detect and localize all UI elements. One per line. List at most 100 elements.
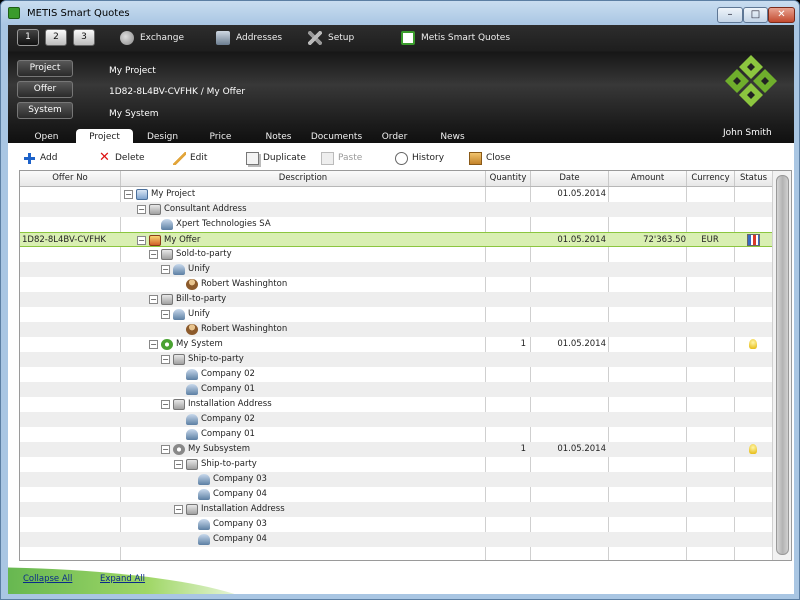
collapse-toggle-icon[interactable]: − xyxy=(137,205,146,214)
table-row[interactable]: Robert Washinghton xyxy=(20,277,772,292)
col-header-currency[interactable]: Currency xyxy=(687,171,735,186)
level-2-button[interactable]: 2 xyxy=(45,29,67,46)
node-label: Company 03 xyxy=(213,519,267,529)
table-row[interactable]: Company 02 xyxy=(20,367,772,382)
addr-icon xyxy=(186,504,198,515)
col-header-status[interactable]: Status xyxy=(735,171,772,186)
table-row[interactable]: Company 01 xyxy=(20,427,772,442)
table-row[interactable]: 1D82-8L4BV-CVFHK − My Offer 01.05.2014 72'36… xyxy=(20,232,772,247)
node-label: Robert Washinghton xyxy=(201,279,288,289)
col-header-quantity[interactable]: Quantity xyxy=(486,171,531,186)
table-row[interactable]: Company 01 xyxy=(20,382,772,397)
col-header-description[interactable]: Description xyxy=(121,171,486,186)
collapse-toggle-icon[interactable]: − xyxy=(161,355,170,364)
table-row[interactable]: − Ship-to-party xyxy=(20,352,772,367)
offer-tree-grid[interactable]: Offer No Description Quantity Date Amoun… xyxy=(19,170,792,561)
table-row[interactable]: Robert Washinghton xyxy=(20,322,772,337)
duplicate-label: Duplicate xyxy=(263,153,306,163)
amount-cell xyxy=(610,307,686,322)
table-row[interactable]: Company 04 xyxy=(20,532,772,547)
table-row[interactable]: − Installation Address xyxy=(20,397,772,412)
metis-button[interactable]: Metis Smart Quotes xyxy=(401,30,510,46)
project-level-button[interactable]: Project xyxy=(17,60,73,77)
status-cell xyxy=(734,427,772,442)
vertical-scrollbar[interactable] xyxy=(772,171,791,560)
table-row[interactable]: − Ship-to-party xyxy=(20,457,772,472)
table-row[interactable]: Company 04 xyxy=(20,487,772,502)
tab-price[interactable]: Price xyxy=(192,129,249,143)
collapse-toggle-icon[interactable]: − xyxy=(161,310,170,319)
date-cell xyxy=(540,277,606,292)
tab-news[interactable]: News xyxy=(424,129,481,143)
expand-all-link[interactable]: Expand All xyxy=(100,574,145,584)
amount-cell xyxy=(610,517,686,532)
close-button[interactable]: Close xyxy=(469,151,511,165)
add-button[interactable]: Add xyxy=(23,151,57,165)
maximize-button[interactable]: □ xyxy=(743,7,768,23)
collapse-toggle-icon[interactable]: − xyxy=(137,236,146,245)
amount-cell xyxy=(610,412,686,427)
table-row[interactable]: − Sold-to-party xyxy=(20,247,772,262)
level-3-button[interactable]: 3 xyxy=(73,29,95,46)
paste-button[interactable]: Paste xyxy=(321,151,362,165)
node-label: My Subsystem xyxy=(188,444,250,454)
table-row[interactable]: − Unify xyxy=(20,262,772,277)
table-row[interactable]: − My Project 01.05.2014 xyxy=(20,187,772,202)
tab-open[interactable]: Open xyxy=(18,129,75,143)
table-row[interactable]: − My Subsystem 1 01.05.2014 xyxy=(20,442,772,457)
currency-cell: EUR xyxy=(701,235,719,245)
collapse-toggle-icon[interactable]: − xyxy=(161,400,170,409)
table-row[interactable]: − Consultant Address xyxy=(20,202,772,217)
collapse-toggle-icon[interactable]: − xyxy=(174,505,183,514)
collapse-toggle-icon[interactable]: − xyxy=(161,445,170,454)
node-label: Company 04 xyxy=(213,489,267,499)
delete-button[interactable]: ✕ Delete xyxy=(98,151,145,165)
tab-bar: Open Project Design Price Notes Document… xyxy=(18,129,482,144)
tab-order[interactable]: Order xyxy=(366,129,423,143)
edit-button[interactable]: Edit xyxy=(173,151,207,165)
lightbulb-icon[interactable] xyxy=(749,339,757,349)
tab-project[interactable]: Project xyxy=(76,129,133,144)
offer-number-cell xyxy=(22,412,118,427)
history-button[interactable]: History xyxy=(395,151,444,165)
addresses-button[interactable]: Addresses xyxy=(216,30,282,46)
table-row[interactable]: − Installation Address xyxy=(20,502,772,517)
minimize-button[interactable]: – xyxy=(717,7,743,23)
edit-label: Edit xyxy=(190,153,208,163)
scrollbar-thumb[interactable] xyxy=(776,175,789,555)
tab-documents[interactable]: Documents xyxy=(308,129,365,143)
system-level-button[interactable]: System xyxy=(17,102,73,119)
amount-cell xyxy=(610,397,686,412)
quantity-cell xyxy=(486,472,526,487)
node-label: Robert Washinghton xyxy=(201,324,288,334)
tab-notes[interactable]: Notes xyxy=(250,129,307,143)
status-chart-icon[interactable] xyxy=(746,234,760,246)
close-window-button[interactable]: ✕ xyxy=(768,7,795,23)
table-row[interactable]: − Unify xyxy=(20,307,772,322)
col-header-offer[interactable]: Offer No xyxy=(20,171,121,186)
exchange-button[interactable]: Exchange xyxy=(120,30,184,46)
app-header: 1 2 3 Exchange Addresses Setup Metis Sma… xyxy=(8,25,794,144)
setup-button[interactable]: Setup xyxy=(308,30,354,46)
offer-number-cell xyxy=(22,262,118,277)
collapse-toggle-icon[interactable]: − xyxy=(149,340,158,349)
lightbulb-icon[interactable] xyxy=(749,444,757,454)
level-1-button[interactable]: 1 xyxy=(17,29,39,46)
offer-level-button[interactable]: Offer xyxy=(17,81,73,98)
collapse-toggle-icon[interactable]: − xyxy=(149,250,158,259)
collapse-toggle-icon[interactable]: − xyxy=(149,295,158,304)
tab-design[interactable]: Design xyxy=(134,129,191,143)
table-row[interactable]: Company 03 xyxy=(20,472,772,487)
table-row[interactable]: Company 03 xyxy=(20,517,772,532)
table-row[interactable]: − My System 1 01.05.2014 xyxy=(20,337,772,352)
col-header-date[interactable]: Date xyxy=(531,171,609,186)
collapse-all-link[interactable]: Collapse All xyxy=(23,574,72,584)
table-row[interactable]: Xpert Technologies SA xyxy=(20,217,772,232)
table-row[interactable]: Company 02 xyxy=(20,412,772,427)
duplicate-button[interactable]: Duplicate xyxy=(246,151,306,165)
collapse-toggle-icon[interactable]: − xyxy=(174,460,183,469)
table-row[interactable]: − Bill-to-party xyxy=(20,292,772,307)
collapse-toggle-icon[interactable]: − xyxy=(124,190,133,199)
col-header-amount[interactable]: Amount xyxy=(609,171,687,186)
collapse-toggle-icon[interactable]: − xyxy=(161,265,170,274)
